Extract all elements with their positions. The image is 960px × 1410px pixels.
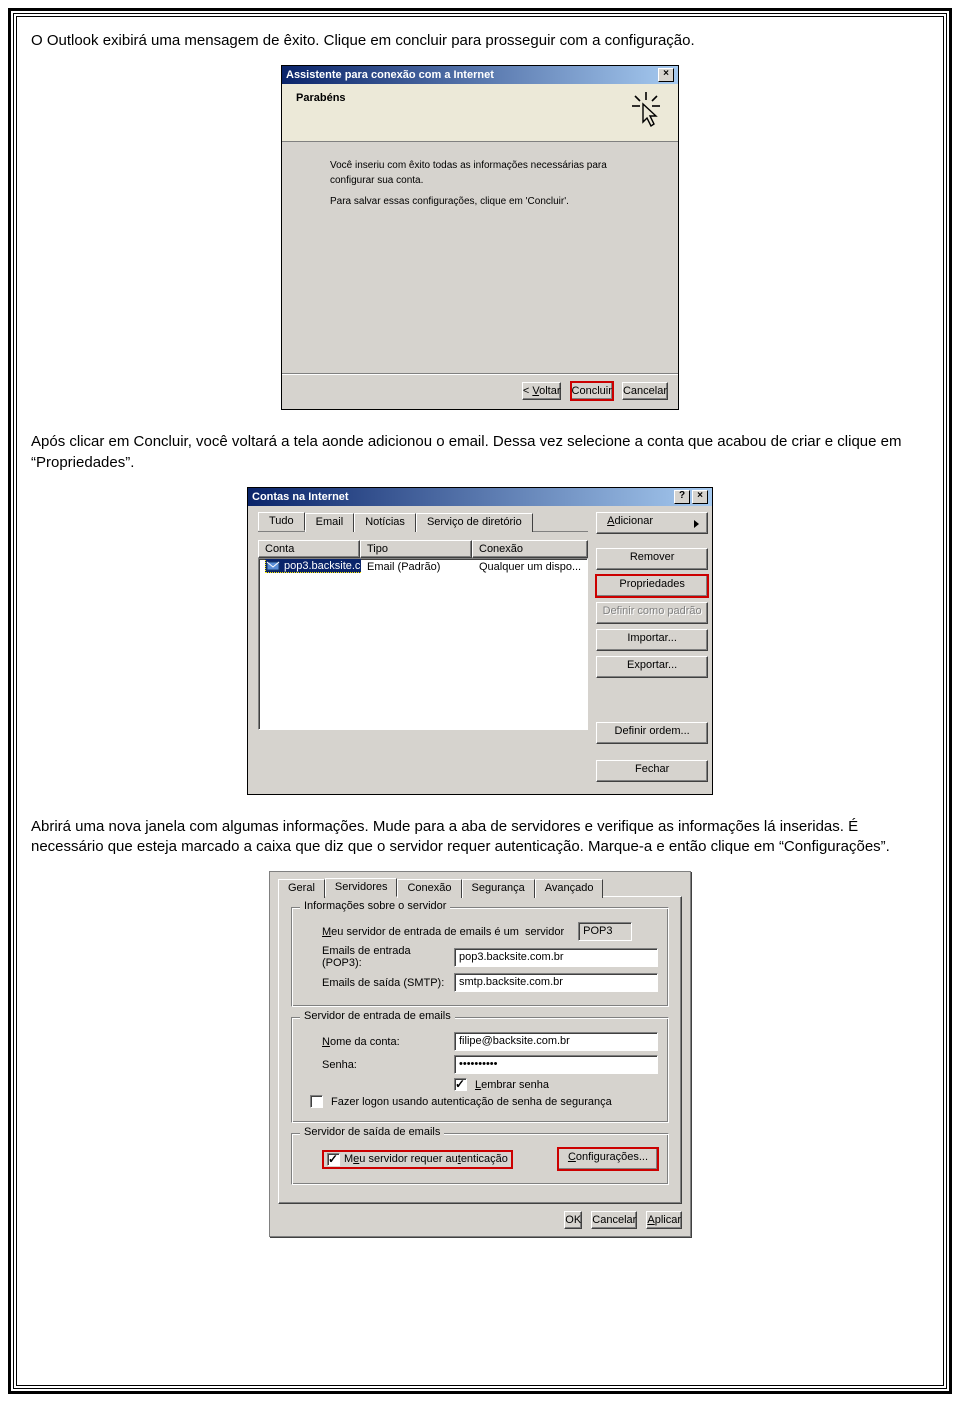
col-type[interactable]: Tipo — [360, 540, 472, 558]
set-order-button[interactable]: Definir ordem... — [596, 722, 708, 744]
cell-connection: Qualquer um dispo... — [473, 560, 587, 574]
wizard-text-line1: Você inseriu com êxito todas as informaç… — [330, 158, 648, 188]
settings-button[interactable]: Configurações... — [558, 1148, 658, 1170]
label-requires-auth: Meu servidor requer autenticação — [344, 1153, 508, 1165]
accounts-titlebar: Contas na Internet ? × — [248, 488, 712, 506]
tab-general[interactable]: Geral — [278, 879, 325, 898]
input-password[interactable]: •••••••••• — [454, 1055, 658, 1074]
wizard-dialog: Assistente para conexão com a Internet ×… — [281, 65, 679, 410]
add-button[interactable]: Adicionar — [596, 512, 708, 534]
cancel-button[interactable]: Cancelar — [591, 1211, 637, 1229]
checkbox-remember-password[interactable] — [454, 1078, 467, 1091]
cell-account: pop3.backsite.c... — [284, 560, 361, 572]
paragraph-3: Abrirá uma nova janela com algumas infor… — [31, 817, 929, 858]
import-button[interactable]: Importar... — [596, 629, 708, 651]
properties-dialog: Geral Servidores Conexão Segurança Avanç… — [269, 871, 691, 1237]
col-account[interactable]: Conta — [258, 540, 360, 558]
wizard-title: Assistente para conexão com a Internet — [286, 69, 494, 81]
tab-directory[interactable]: Serviço de diretório — [416, 513, 533, 532]
wizard-titlebar: Assistente para conexão com a Internet × — [282, 66, 678, 84]
group-server-info: Informações sobre o servidor — [300, 900, 450, 912]
list-item[interactable]: pop3.backsite.c... Email (Padrão) Qualqu… — [259, 559, 587, 575]
label-incoming-type: Meu servidor de entrada de emails é um s… — [322, 926, 564, 938]
chevron-right-icon — [694, 520, 699, 528]
apply-button[interactable]: Aplicar — [646, 1211, 682, 1229]
cancel-button[interactable]: Cancelar — [622, 382, 668, 400]
export-button[interactable]: Exportar... — [596, 656, 708, 678]
label-account-name: Nome da conta: — [322, 1036, 446, 1048]
checkbox-spa[interactable] — [310, 1095, 323, 1108]
paragraph-1: O Outlook exibirá uma mensagem de êxito.… — [31, 31, 929, 51]
properties-button[interactable]: Propriedades — [596, 575, 708, 597]
close-icon[interactable]: × — [692, 490, 708, 504]
label-spa: Fazer logon usando autenticação de senha… — [331, 1096, 612, 1108]
set-default-button[interactable]: Definir como padrão — [596, 602, 708, 624]
input-pop3[interactable]: pop3.backsite.com.br — [454, 948, 658, 967]
close-icon[interactable]: × — [658, 68, 674, 82]
accounts-dialog: Contas na Internet ? × Tudo Email Notíci… — [247, 487, 713, 795]
wizard-text-line2: Para salvar essas configurações, clique … — [330, 194, 648, 209]
group-incoming-server: Servidor de entrada de emails — [300, 1010, 455, 1022]
label-pop3: Emails de entrada (POP3): — [322, 945, 446, 969]
back-button[interactable]: < Voltar — [522, 382, 562, 400]
tab-email[interactable]: Email — [305, 513, 355, 532]
input-smtp[interactable]: smtp.backsite.com.br — [454, 973, 658, 992]
account-icon — [266, 559, 280, 573]
group-outgoing-server: Servidor de saída de emails — [300, 1126, 444, 1138]
col-connection[interactable]: Conexão — [472, 540, 588, 558]
tab-security[interactable]: Segurança — [462, 879, 535, 898]
accounts-title: Contas na Internet — [252, 491, 349, 503]
close-button[interactable]: Fechar — [596, 760, 708, 782]
ok-button[interactable]: OK — [564, 1211, 582, 1229]
accounts-list[interactable]: pop3.backsite.c... Email (Padrão) Qualqu… — [258, 558, 588, 730]
finish-button[interactable]: Concluir — [571, 382, 613, 400]
wizard-heading: Parabéns — [296, 92, 664, 104]
help-icon[interactable]: ? — [674, 490, 690, 504]
tab-news[interactable]: Notícias — [354, 513, 416, 532]
tab-all[interactable]: Tudo — [258, 512, 305, 531]
checkbox-requires-auth[interactable] — [327, 1153, 340, 1166]
label-password: Senha: — [322, 1059, 446, 1071]
paragraph-2: Após clicar em Concluir, você voltará a … — [31, 432, 929, 473]
label-remember-password: Lembrar senha — [475, 1079, 549, 1091]
tab-advanced[interactable]: Avançado — [535, 879, 604, 898]
tab-servers[interactable]: Servidores — [325, 878, 398, 897]
value-protocol: POP3 — [578, 922, 632, 941]
tab-connection[interactable]: Conexão — [397, 879, 461, 898]
cell-type: Email (Padrão) — [361, 560, 473, 574]
label-smtp: Emails de saída (SMTP): — [322, 977, 446, 989]
remove-button[interactable]: Remover — [596, 548, 708, 570]
cursor-click-icon — [626, 90, 666, 130]
input-account-name[interactable]: filipe@backsite.com.br — [454, 1032, 658, 1051]
